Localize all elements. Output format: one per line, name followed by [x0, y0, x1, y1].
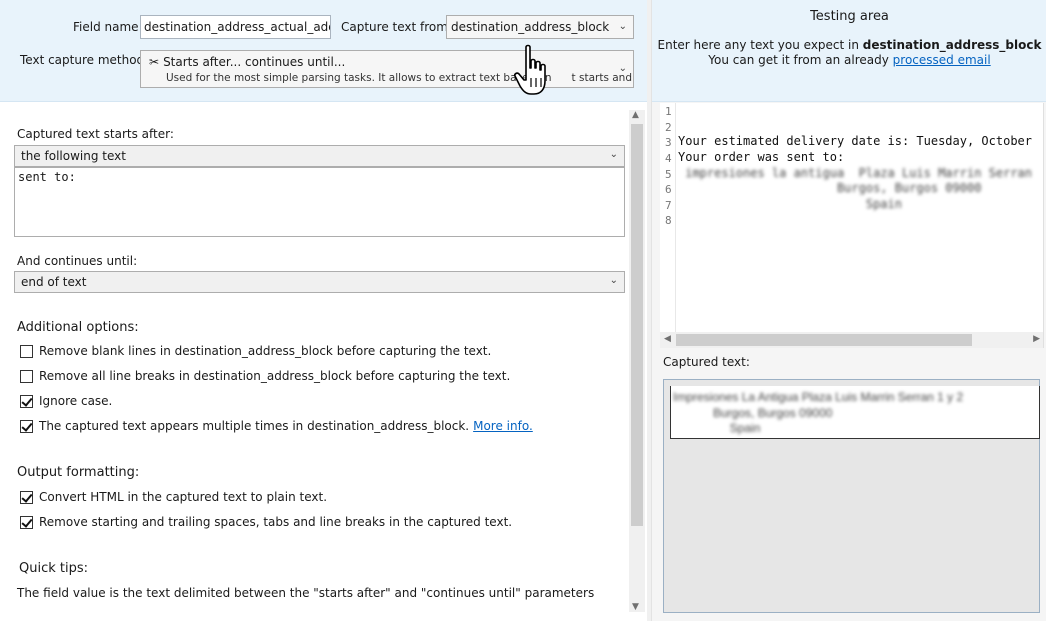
captured-line-redacted: Impresiones La Antigua Plaza Luis Marrin…	[673, 390, 964, 404]
testing-area-hint: Enter here any text you expect in destin…	[652, 38, 1046, 52]
sample-text-editor[interactable]: 1 2 3 4 5 6 7 8 Your estimated delivery …	[660, 103, 1044, 348]
capture-from-value: destination_address_block	[451, 20, 610, 34]
option-multiple-times[interactable]: The captured text appears multiple times…	[20, 418, 533, 434]
scissors-icon: ✂	[149, 55, 160, 69]
method-label: Text capture method	[20, 53, 145, 67]
captured-text-result: Impresiones La Antigua Plaza Luis Marrin…	[670, 386, 1040, 439]
option-label: Convert HTML in the captured text to pla…	[39, 490, 328, 504]
chevron-down-icon: ⌄	[609, 149, 618, 160]
chevron-down-icon: ⌄	[618, 21, 627, 32]
code-line-redacted: impresiones la antigua Plaza Luis Marrin…	[678, 166, 1033, 180]
code-line: Your estimated delivery date is: Tuesday…	[678, 134, 1033, 148]
starts-after-textarea[interactable]: sent to:	[14, 167, 625, 237]
chevron-down-icon: ⌄	[609, 275, 618, 286]
chevron-down-icon: ⌄	[618, 63, 627, 74]
option-label: Ignore case.	[39, 394, 113, 408]
line-number: 1	[665, 105, 672, 118]
scrollbar-thumb[interactable]	[676, 334, 972, 346]
line-number: 5	[665, 168, 672, 181]
testing-area-pane: Testing area Enter here any text you exp…	[651, 0, 1046, 621]
editor-horizontal-scrollbar[interactable]: ◀ ▶	[660, 332, 1043, 348]
continues-until-value: end of text	[21, 275, 87, 289]
testing-area-hint-2: You can get it from an already processed…	[652, 53, 1046, 67]
option-remove-blank-lines[interactable]: Remove blank lines in destination_addres…	[20, 343, 491, 359]
field-name-input[interactable]: destination_address_actual_address	[140, 15, 331, 39]
code-line-redacted: Spain	[678, 197, 902, 211]
captured-text-label: Captured text:	[663, 355, 750, 369]
scroll-right-icon[interactable]: ▶	[1033, 334, 1040, 344]
quick-tips-heading: Quick tips:	[19, 561, 89, 576]
line-number: 2	[665, 121, 672, 134]
scrollbar-thumb[interactable]	[631, 124, 643, 526]
code-line-redacted: Burgos, Burgos 09000	[678, 181, 982, 195]
line-number-gutter: 1 2 3 4 5 6 7 8	[660, 103, 676, 333]
hint-field-name: destination_address_block	[862, 38, 1042, 52]
option-label: Remove all line breaks in destination_ad…	[39, 369, 511, 383]
capture-method-select[interactable]: ✂ Starts after... continues until... Used…	[140, 50, 634, 88]
captured-line-redacted: Burgos, Burgos 09000	[673, 406, 833, 420]
checkbox[interactable]	[20, 344, 33, 358]
scroll-left-icon[interactable]: ◀	[664, 334, 671, 344]
option-ignore-case[interactable]: Ignore case.	[20, 393, 112, 409]
scroll-down-icon[interactable]: ▼	[632, 602, 639, 612]
left-vertical-scrollbar[interactable]: ▲ ▼	[629, 110, 645, 612]
method-title-text: Starts after... continues until...	[163, 55, 346, 69]
continues-until-select[interactable]: end of text ⌄	[14, 271, 625, 293]
more-info-link[interactable]: More info.	[473, 419, 533, 433]
method-description: Used for the most simple parsing tasks. …	[166, 72, 632, 84]
line-number: 4	[665, 152, 672, 165]
method-desc-text: Used for the most simple parsing tasks. …	[166, 72, 552, 84]
capture-from-label: Capture text from	[341, 20, 448, 34]
hint2-text: You can get it from an already	[708, 53, 893, 67]
option-label: Remove starting and trailing spaces, tab…	[39, 515, 513, 529]
option-convert-html[interactable]: Convert HTML in the captured text to pla…	[20, 489, 327, 505]
checkbox[interactable]	[20, 419, 33, 433]
line-number: 6	[665, 183, 672, 196]
capture-from-select[interactable]: destination_address_block ⌄	[446, 15, 634, 39]
option-remove-line-breaks[interactable]: Remove all line breaks in destination_ad…	[20, 368, 510, 384]
field-name-label: Field name	[73, 20, 139, 34]
continues-until-label: And continues until:	[17, 254, 138, 268]
processed-email-link[interactable]: processed email	[893, 53, 991, 67]
line-number: 8	[665, 214, 672, 227]
checkbox[interactable]	[20, 394, 33, 408]
starts-after-mode-value: the following text	[21, 149, 126, 163]
scroll-up-icon[interactable]: ▲	[632, 110, 639, 120]
checkbox[interactable]	[20, 515, 33, 529]
testing-area-title: Testing area	[810, 9, 889, 24]
line-number: 7	[665, 199, 672, 212]
hand-pointer-icon	[514, 44, 546, 95]
method-title: ✂ Starts after... continues until...	[149, 55, 345, 69]
captured-text-box: Impresiones La Antigua Plaza Luis Marrin…	[663, 379, 1040, 613]
output-formatting-heading: Output formatting:	[17, 465, 140, 480]
captured-line-redacted: Spain	[673, 421, 761, 435]
option-trim-spaces[interactable]: Remove starting and trailing spaces, tab…	[20, 514, 512, 530]
line-number: 3	[665, 136, 672, 149]
checkbox[interactable]	[20, 490, 33, 504]
quick-tips-text: The field value is the text delimited be…	[17, 586, 595, 600]
option-label: The captured text appears multiple times…	[39, 419, 470, 433]
option-label: Remove blank lines in destination_addres…	[39, 344, 492, 358]
hint-text: Enter here any text you expect in	[657, 38, 863, 52]
starts-after-mode-select[interactable]: the following text ⌄	[14, 145, 625, 167]
starts-after-label: Captured text starts after:	[17, 127, 174, 141]
checkbox[interactable]	[20, 369, 33, 383]
additional-options-heading: Additional options:	[17, 320, 139, 335]
code-line: Your order was sent to:	[678, 150, 845, 164]
